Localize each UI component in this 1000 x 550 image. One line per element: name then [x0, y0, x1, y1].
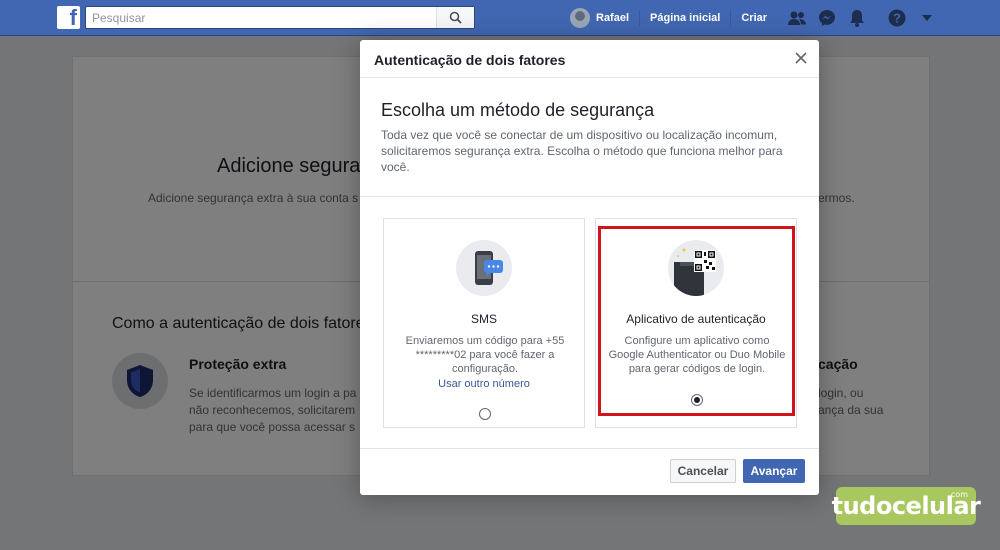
friends-icon[interactable] [787, 8, 807, 28]
home-link[interactable]: Página inicial [640, 10, 732, 26]
auth-app-radio[interactable] [691, 394, 703, 406]
help-icon[interactable]: ? [887, 8, 907, 28]
caret-down-icon[interactable] [917, 8, 937, 28]
divider [360, 196, 819, 197]
avatar[interactable] [570, 8, 590, 28]
messenger-icon[interactable] [817, 8, 837, 28]
nav-links: Rafael Página inicial Criar ? [570, 0, 937, 36]
search-icon [449, 11, 462, 24]
footer-divider [360, 448, 819, 449]
dialog-title: Autenticação de dois fatores [374, 52, 566, 68]
sms-option-card[interactable]: SMS Enviaremos um código para +55 ******… [383, 218, 585, 428]
next-button[interactable]: Avançar [743, 459, 805, 483]
auth-app-option-title: Aplicativo de autenticação [626, 312, 766, 326]
create-link[interactable]: Criar [731, 10, 777, 26]
watermark-suffix: .com [948, 490, 968, 499]
close-icon[interactable] [793, 50, 809, 66]
auth-app-option-text: Configure um aplicativo como Google Auth… [608, 335, 786, 375]
sms-option-title: SMS [470, 312, 497, 326]
tudocelular-watermark: tudocelular .com [832, 487, 981, 525]
sms-radio[interactable] [479, 408, 491, 420]
use-other-number-link[interactable]: Usar outro número [384, 378, 584, 390]
notifications-icon[interactable] [847, 8, 867, 28]
svg-text:?: ? [893, 11, 901, 26]
top-navigation-bar: f Rafael Página inicial Criar ? [0, 0, 1000, 36]
facebook-logo-icon[interactable]: f [57, 5, 80, 30]
search-button[interactable] [436, 7, 474, 28]
two-factor-dialog: Autenticação de dois fatores Escolha um … [360, 40, 819, 495]
phone-sms-icon [456, 240, 512, 296]
search-box[interactable] [85, 6, 475, 29]
search-input[interactable] [86, 7, 426, 28]
cancel-button[interactable]: Cancelar [670, 459, 736, 483]
qr-code-icon [668, 240, 724, 296]
auth-app-option-card[interactable]: Aplicativo de autenticação Configure um … [595, 218, 797, 428]
dialog-header: Autenticação de dois fatores [360, 40, 819, 78]
sms-option-text: Enviaremos um código para +55 *********0… [405, 335, 565, 375]
dialog-heading: Escolha um método de segurança [381, 100, 655, 120]
dialog-description: Toda vez que você se conectar de um disp… [381, 128, 783, 174]
profile-link[interactable]: Rafael [596, 10, 641, 26]
